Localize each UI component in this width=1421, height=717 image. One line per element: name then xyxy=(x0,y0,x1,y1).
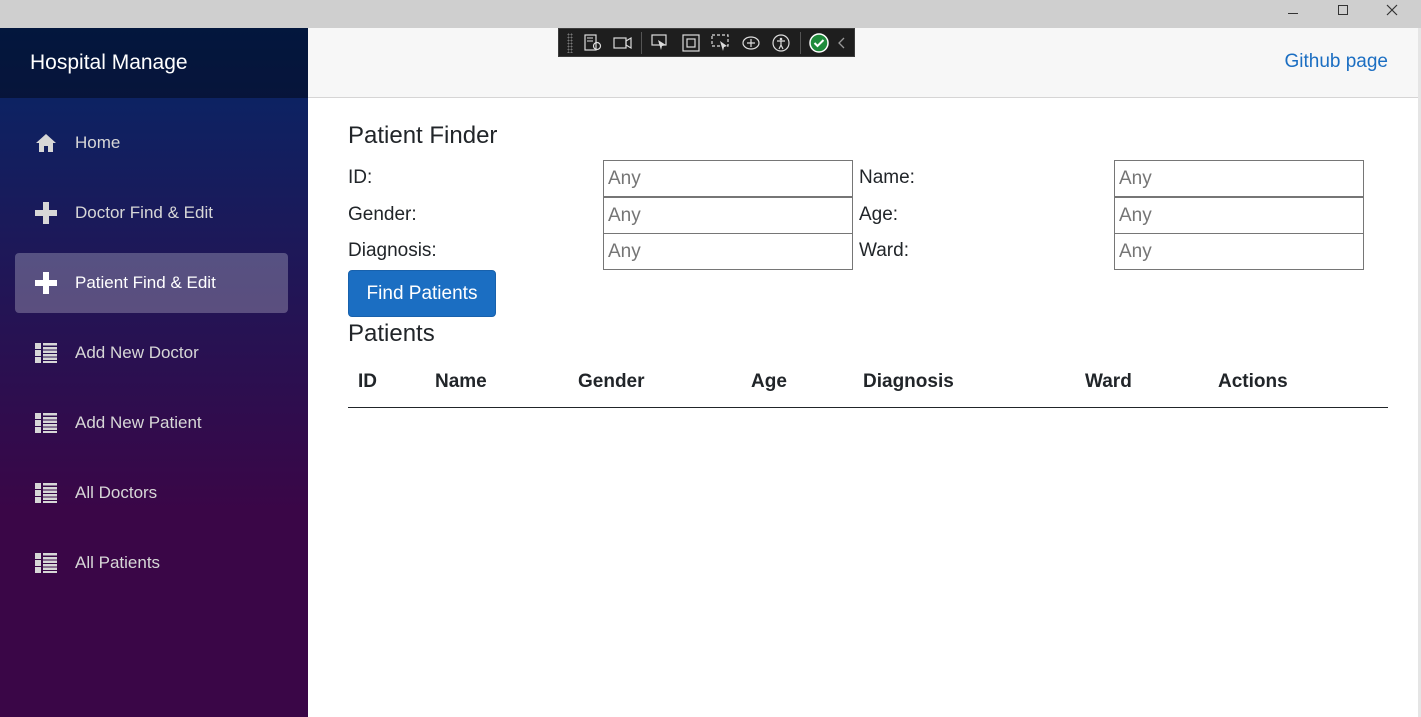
column-header-gender[interactable]: Gender xyxy=(578,371,645,393)
column-header-name[interactable]: Name xyxy=(435,371,487,393)
list-rich-icon xyxy=(34,481,58,505)
debug-toolbar xyxy=(558,28,855,57)
maximize-icon[interactable] xyxy=(1320,0,1366,20)
select-element-icon[interactable] xyxy=(648,32,672,54)
list-rich-icon xyxy=(34,411,58,435)
name-label: Name: xyxy=(859,167,915,188)
sidebar-item-label: All Doctors xyxy=(75,483,158,502)
display-layout-icon[interactable] xyxy=(678,32,702,54)
binding-failures-icon[interactable] xyxy=(739,32,763,54)
column-header-id[interactable]: ID xyxy=(358,371,377,393)
gender-input[interactable] xyxy=(603,197,853,234)
sidebar-item-label: Add New Doctor xyxy=(75,343,199,362)
collapse-chevron-icon[interactable] xyxy=(837,32,848,54)
video-icon[interactable] xyxy=(611,32,635,54)
sidebar: Hospital Manage Home Doctor Find & Edit … xyxy=(0,28,308,717)
find-patients-button[interactable]: Find Patients xyxy=(348,270,496,317)
check-ok-icon[interactable] xyxy=(807,32,831,54)
ward-input[interactable] xyxy=(1114,233,1364,270)
sidebar-item-patient-find-edit[interactable]: Patient Find & Edit xyxy=(15,253,288,313)
name-input[interactable] xyxy=(1114,160,1364,197)
id-input[interactable] xyxy=(603,160,853,197)
age-label: Age: xyxy=(859,204,899,225)
sidebar-item-home[interactable]: Home xyxy=(15,113,288,173)
sidebar-item-all-patients[interactable]: All Patients xyxy=(15,533,288,593)
sidebar-item-label: Doctor Find & Edit xyxy=(75,203,213,222)
home-icon xyxy=(34,131,58,155)
column-header-diagnosis[interactable]: Diagnosis xyxy=(863,371,954,393)
patients-table-header: ID Name Gender Age Diagnosis Ward Action… xyxy=(348,360,1388,408)
sidebar-item-label: All Patients xyxy=(75,553,161,572)
top-row: Github page xyxy=(308,28,1418,98)
plus-icon xyxy=(34,201,58,225)
gender-label: Gender: xyxy=(348,204,417,225)
track-focus-icon[interactable] xyxy=(709,32,733,54)
sidebar-item-doctor-find-edit[interactable]: Doctor Find & Edit xyxy=(15,183,288,243)
column-header-age[interactable]: Age xyxy=(751,371,787,393)
grip-icon[interactable] xyxy=(567,32,573,53)
brand-title[interactable]: Hospital Manage xyxy=(0,28,308,98)
list-rich-icon xyxy=(34,551,58,575)
patients-title: Patients xyxy=(348,320,435,347)
sidebar-item-label: Patient Find & Edit xyxy=(75,273,216,292)
sidebar-item-all-doctors[interactable]: All Doctors xyxy=(15,463,288,523)
list-rich-icon xyxy=(34,341,58,365)
sidebar-nav: Home Doctor Find & Edit Patient Find & E… xyxy=(0,98,308,593)
sidebar-item-label: Add New Patient xyxy=(75,413,202,432)
plus-icon xyxy=(34,271,58,295)
close-icon[interactable] xyxy=(1369,0,1415,20)
accessibility-icon[interactable] xyxy=(769,32,793,54)
column-header-ward[interactable]: Ward xyxy=(1085,371,1132,393)
github-link[interactable]: Github page xyxy=(1284,51,1388,73)
diagnosis-label: Diagnosis: xyxy=(348,240,437,261)
window-titlebar xyxy=(0,0,1421,28)
patient-finder-title: Patient Finder xyxy=(348,122,498,149)
ward-label: Ward: xyxy=(859,240,909,261)
sidebar-item-add-new-doctor[interactable]: Add New Doctor xyxy=(15,323,288,383)
sidebar-item-label: Home xyxy=(75,133,121,152)
sidebar-item-add-new-patient[interactable]: Add New Patient xyxy=(15,393,288,453)
diagnosis-input[interactable] xyxy=(603,233,853,270)
minimize-icon[interactable] xyxy=(1270,0,1316,20)
age-input[interactable] xyxy=(1114,197,1364,234)
id-label: ID: xyxy=(348,167,373,188)
live-tree-icon[interactable] xyxy=(581,32,605,54)
column-header-actions[interactable]: Actions xyxy=(1218,371,1288,393)
